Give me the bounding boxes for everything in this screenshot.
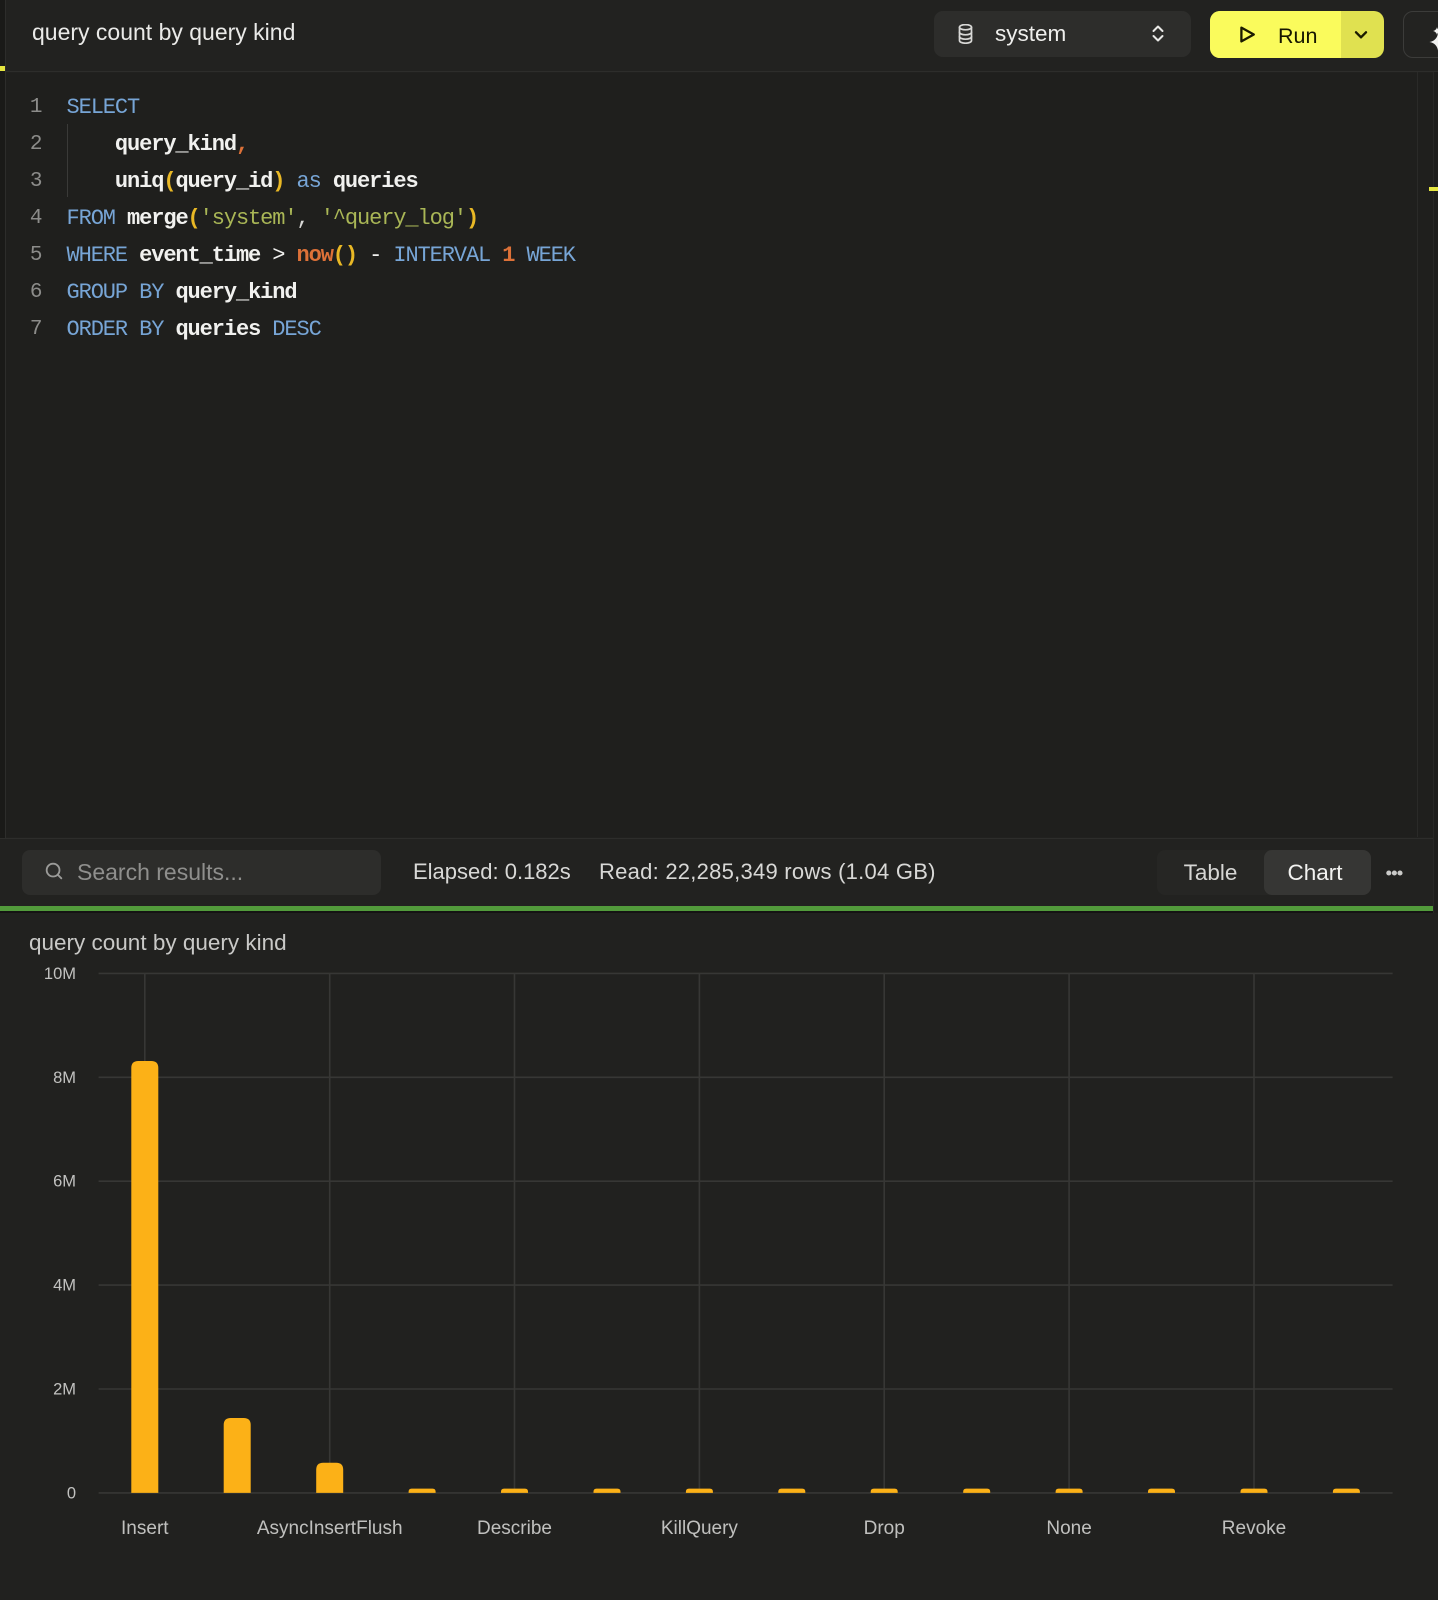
svg-text:KillQuery: KillQuery (661, 1518, 739, 1539)
svg-text:10M: 10M (44, 965, 76, 983)
svg-text:Drop: Drop (864, 1518, 905, 1539)
svg-text:6M: 6M (53, 1173, 76, 1191)
svg-text:4M: 4M (53, 1277, 76, 1295)
svg-text:2M: 2M (53, 1381, 76, 1399)
svg-text:Revoke: Revoke (1222, 1518, 1286, 1539)
svg-text:None: None (1046, 1518, 1091, 1539)
svg-text:AsyncInsertFlush: AsyncInsertFlush (257, 1518, 403, 1539)
svg-text:Insert: Insert (121, 1518, 169, 1539)
svg-text:8M: 8M (53, 1069, 76, 1087)
svg-text:Describe: Describe (477, 1518, 552, 1539)
svg-text:0: 0 (67, 1484, 76, 1502)
